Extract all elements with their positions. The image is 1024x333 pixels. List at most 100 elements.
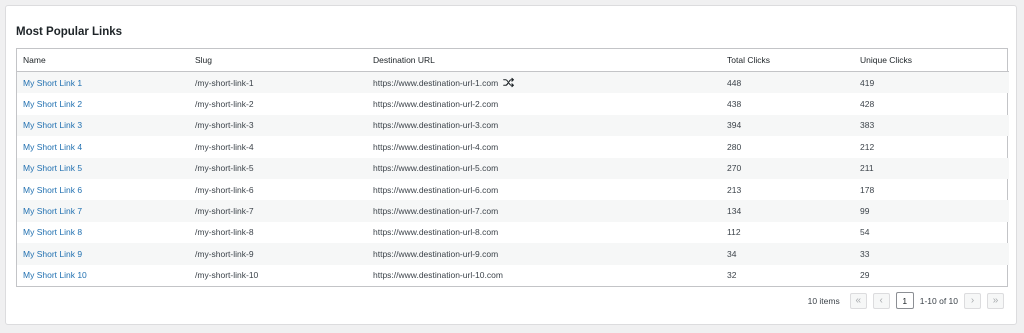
items-count: 10 items bbox=[807, 295, 840, 306]
cell-slug: /my-short-link-4 bbox=[195, 141, 254, 152]
cell-slug: /my-short-link-3 bbox=[189, 114, 367, 137]
cell-total-clicks: 112 bbox=[727, 227, 741, 238]
destination-url-text: https://www.destination-url-7.com bbox=[373, 206, 499, 217]
current-page-input[interactable] bbox=[895, 292, 914, 309]
cell-unique-clicks: 211 bbox=[854, 157, 1009, 179]
cell-total-clicks: 134 bbox=[721, 200, 854, 222]
previous-page-button[interactable]: ‹ bbox=[872, 292, 890, 309]
short-link-name[interactable]: My Short Link 4 bbox=[23, 142, 82, 152]
destination-url-text: https://www.destination-url-8.com bbox=[373, 227, 499, 238]
cell-total-clicks: 448 bbox=[721, 71, 854, 94]
cell-slug: /my-short-link-8 bbox=[195, 227, 254, 238]
cell-slug: /my-short-link-5 bbox=[189, 157, 367, 179]
destination-url-text: https://www.destination-url-1.com bbox=[373, 77, 499, 88]
cell-total-clicks: 213 bbox=[727, 184, 742, 195]
cell-total-clicks: 438 bbox=[727, 99, 742, 110]
cell-unique-clicks: 178 bbox=[860, 184, 875, 195]
destination-url-text: https://www.destination-url-9.com bbox=[373, 248, 499, 259]
cell-unique-clicks: 54 bbox=[860, 227, 870, 238]
cell-total-clicks: 34 bbox=[721, 243, 854, 265]
table-header-row: Name Slug Destination URL Total Clicks U… bbox=[17, 49, 1009, 72]
cell-slug: /my-short-link-1 bbox=[189, 71, 367, 94]
column-header-destination-url[interactable]: Destination URL bbox=[367, 49, 721, 72]
cell-total-clicks: 32 bbox=[727, 270, 737, 281]
cell-slug: /my-short-link-6 bbox=[195, 184, 254, 195]
short-link-name[interactable]: My Short Link 6 bbox=[23, 185, 82, 195]
shuffle-icon[interactable] bbox=[503, 77, 515, 88]
cell-name: My Short Link 2 bbox=[17, 93, 189, 114]
short-link-name[interactable]: My Short Link 3 bbox=[23, 120, 82, 130]
cell-name: My Short Link 5 bbox=[17, 157, 189, 179]
links-table-container: Name Slug Destination URL Total Clicks U… bbox=[16, 48, 1009, 287]
short-link-name[interactable]: My Short Link 7 bbox=[23, 206, 82, 216]
table-row: My Short Link 3/my-short-link-3 https://w… bbox=[17, 114, 1009, 137]
cell-name: My Short Link 8 bbox=[17, 222, 189, 243]
cell-destination-url: https://www.destination-url-9.com bbox=[367, 243, 721, 265]
column-header-total-clicks[interactable]: Total Clicks bbox=[721, 49, 854, 72]
pagination: 10 items « ‹ 1-10 of 10 › » bbox=[808, 292, 1004, 309]
cell-unique-clicks: 212 bbox=[860, 141, 875, 152]
cell-slug: /my-short-link-7 bbox=[189, 200, 367, 222]
cell-unique-clicks: 419 bbox=[854, 71, 1009, 94]
cell-unique-clicks: 99 bbox=[854, 200, 1009, 222]
card-title: Most Popular Links bbox=[16, 26, 123, 38]
short-link-name[interactable]: My Short Link 2 bbox=[23, 99, 82, 109]
table-row: My Short Link 9/my-short-link-9 https://w… bbox=[17, 243, 1009, 265]
destination-url-text: https://www.destination-url-2.com bbox=[373, 99, 499, 110]
column-header-unique-clicks[interactable]: Unique Clicks bbox=[854, 49, 1009, 72]
destination-url-text: https://www.destination-url-4.com bbox=[373, 141, 499, 152]
cell-name: My Short Link 10 bbox=[17, 265, 189, 286]
column-header-name[interactable]: Name bbox=[17, 49, 189, 72]
last-page-button[interactable]: » bbox=[987, 292, 1004, 309]
cell-name: My Short Link 3 bbox=[17, 114, 189, 137]
cell-destination-url: https://www.destination-url-3.com bbox=[367, 114, 721, 137]
short-link-name[interactable]: My Short Link 1 bbox=[23, 78, 82, 88]
cell-destination-url: https://www.destination-url-2.com bbox=[367, 93, 721, 114]
table-row: My Short Link 8/my-short-link-8 https://w… bbox=[17, 222, 1009, 243]
table-row: My Short Link 4/my-short-link-4 https://w… bbox=[17, 136, 1009, 157]
cell-destination-url: https://www.destination-url-7.com bbox=[367, 200, 721, 222]
links-table: Name Slug Destination URL Total Clicks U… bbox=[17, 49, 1009, 286]
short-link-name[interactable]: My Short Link 5 bbox=[23, 163, 82, 173]
cell-slug: /my-short-link-10 bbox=[195, 270, 259, 281]
table-row: My Short Link 10/my-short-link-10 https:/… bbox=[17, 265, 1009, 286]
cell-name: My Short Link 1 bbox=[17, 71, 189, 94]
table-row: My Short Link 7/my-short-link-7 https://w… bbox=[17, 200, 1009, 222]
short-link-name[interactable]: My Short Link 8 bbox=[23, 227, 82, 237]
cell-name: My Short Link 4 bbox=[17, 136, 189, 157]
popular-links-card: Most Popular Links Name Slug Destination… bbox=[5, 5, 1017, 325]
cell-name: My Short Link 6 bbox=[17, 179, 189, 200]
cell-destination-url: https://www.destination-url-8.com bbox=[367, 222, 721, 243]
cell-destination-url: https://www.destination-url-6.com bbox=[367, 179, 721, 200]
destination-url-text: https://www.destination-url-5.com bbox=[373, 163, 499, 174]
cell-total-clicks: 394 bbox=[721, 114, 854, 137]
table-row: My Short Link 1/my-short-link-1 https://w… bbox=[17, 71, 1009, 94]
cell-slug: /my-short-link-2 bbox=[195, 99, 254, 110]
table-body: My Short Link 1/my-short-link-1 https://w… bbox=[17, 71, 1009, 286]
column-header-slug[interactable]: Slug bbox=[189, 49, 367, 72]
cell-unique-clicks: 428 bbox=[860, 99, 875, 110]
cell-destination-url: https://www.destination-url-1.com bbox=[367, 71, 721, 94]
table-row: My Short Link 6/my-short-link-6 https://w… bbox=[17, 179, 1009, 200]
next-page-button[interactable]: › bbox=[964, 292, 981, 309]
cell-unique-clicks: 33 bbox=[854, 243, 1009, 265]
destination-url-text: https://www.destination-url-3.com bbox=[373, 120, 499, 131]
cell-destination-url: https://www.destination-url-5.com bbox=[367, 157, 721, 179]
table-row: My Short Link 2/my-short-link-2 https://w… bbox=[17, 93, 1009, 114]
destination-url-text: https://www.destination-url-10.com bbox=[373, 270, 503, 281]
cell-slug: /my-short-link-9 bbox=[189, 243, 367, 265]
short-link-name[interactable]: My Short Link 9 bbox=[23, 249, 82, 259]
cell-unique-clicks: 383 bbox=[854, 114, 1009, 137]
cell-total-clicks: 280 bbox=[727, 141, 742, 152]
cell-unique-clicks: 29 bbox=[860, 270, 870, 281]
cell-total-clicks: 270 bbox=[721, 157, 854, 179]
table-row: My Short Link 5/my-short-link-5 https://w… bbox=[17, 157, 1009, 179]
cell-destination-url: https://www.destination-url-4.com bbox=[367, 136, 721, 157]
page-info: 1-10 of 10 bbox=[919, 295, 958, 306]
cell-name: My Short Link 9 bbox=[17, 243, 189, 265]
first-page-button[interactable]: « bbox=[849, 292, 867, 309]
short-link-name[interactable]: My Short Link 10 bbox=[23, 270, 87, 280]
cell-destination-url: https://www.destination-url-10.com bbox=[367, 265, 721, 286]
cell-name: My Short Link 7 bbox=[17, 200, 189, 222]
destination-url-text: https://www.destination-url-6.com bbox=[373, 184, 499, 195]
